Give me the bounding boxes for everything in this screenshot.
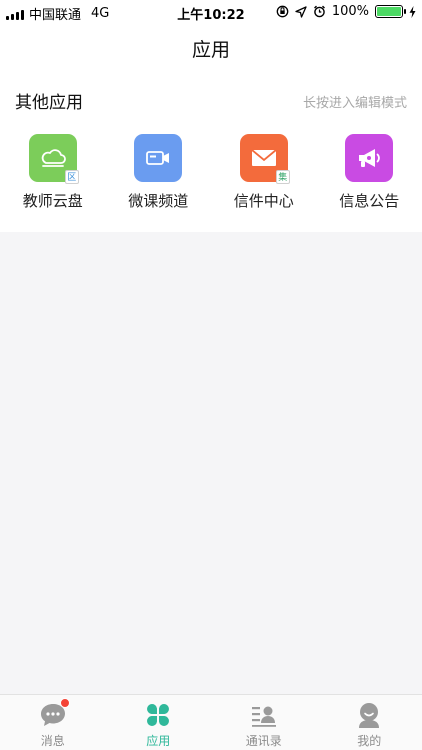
- tab-icon-wrap: [355, 701, 383, 729]
- rotation-lock-icon: [276, 5, 289, 18]
- contacts-icon: [251, 706, 276, 727]
- tab-icon-wrap: [144, 701, 172, 729]
- tab-label: 通讯录: [245, 734, 282, 748]
- app-announcements[interactable]: 信息公告: [317, 134, 422, 211]
- location-arrow-icon: [295, 5, 307, 18]
- app-grid: 区 教师云盘 微课频道 集 信件中心 信息公告: [0, 134, 422, 211]
- tab-icon-wrap: [39, 698, 70, 729]
- megaphone-icon: [359, 149, 381, 167]
- tab-label: 我的: [357, 734, 382, 748]
- alarm-clock-icon: [313, 5, 325, 18]
- app-teacher-cloud-drive[interactable]: 区 教师云盘: [0, 134, 106, 211]
- battery-level: [377, 7, 401, 16]
- cloud-drive-icon: [41, 149, 66, 167]
- tab-label: 应用: [146, 734, 171, 748]
- section-header: 其他应用 长按进入编辑模式: [0, 72, 422, 128]
- mail-icon: [251, 149, 277, 166]
- app-label: 信息公告: [339, 192, 400, 210]
- app-corner-badge: 集: [275, 170, 290, 184]
- app-corner-badge: 区: [64, 170, 79, 184]
- app-icon-tile: [345, 134, 394, 182]
- app-icon-tile: [134, 134, 183, 182]
- battery-percent: 100%: [331, 4, 369, 19]
- edit-mode-hint: 长按进入编辑模式: [302, 96, 407, 111]
- app-micro-lesson-channel[interactable]: 微课频道: [106, 134, 212, 211]
- tab-contacts[interactable]: 通讯录: [211, 695, 317, 750]
- status-bar: 中国联通 4G 上午10:22 100%: [0, 0, 422, 24]
- apps-panel: 其他应用 长按进入编辑模式 区 教师云盘 微课频道 集 信件中心 信息公告: [0, 72, 422, 232]
- charging-bolt-icon: [409, 5, 416, 18]
- tab-apps[interactable]: 应用: [106, 695, 212, 750]
- nav-bar: 应用: [0, 24, 422, 72]
- app-icon-tile: 集: [239, 134, 290, 184]
- notification-dot: [59, 698, 70, 708]
- app-label: 信件中心: [233, 192, 294, 210]
- app-mail-center[interactable]: 集 信件中心: [211, 134, 317, 211]
- app-icon-tile: 区: [28, 134, 79, 184]
- tab-icon-wrap: [250, 701, 278, 729]
- app-label: 教师云盘: [22, 192, 83, 210]
- section-title: 其他应用: [15, 93, 83, 113]
- battery-icon: [375, 5, 406, 18]
- clover-icon: [147, 704, 170, 726]
- video-camera-icon: [146, 151, 170, 165]
- app-label: 微课频道: [128, 192, 189, 210]
- tab-label: 消息: [40, 734, 65, 748]
- tab-messages[interactable]: 消息: [0, 695, 106, 750]
- tab-profile[interactable]: 我的: [317, 695, 422, 750]
- user-icon: [359, 703, 380, 728]
- page-title: 应用: [191, 38, 230, 61]
- tab-bar: 消息 应用 通讯录 我的: [0, 694, 422, 750]
